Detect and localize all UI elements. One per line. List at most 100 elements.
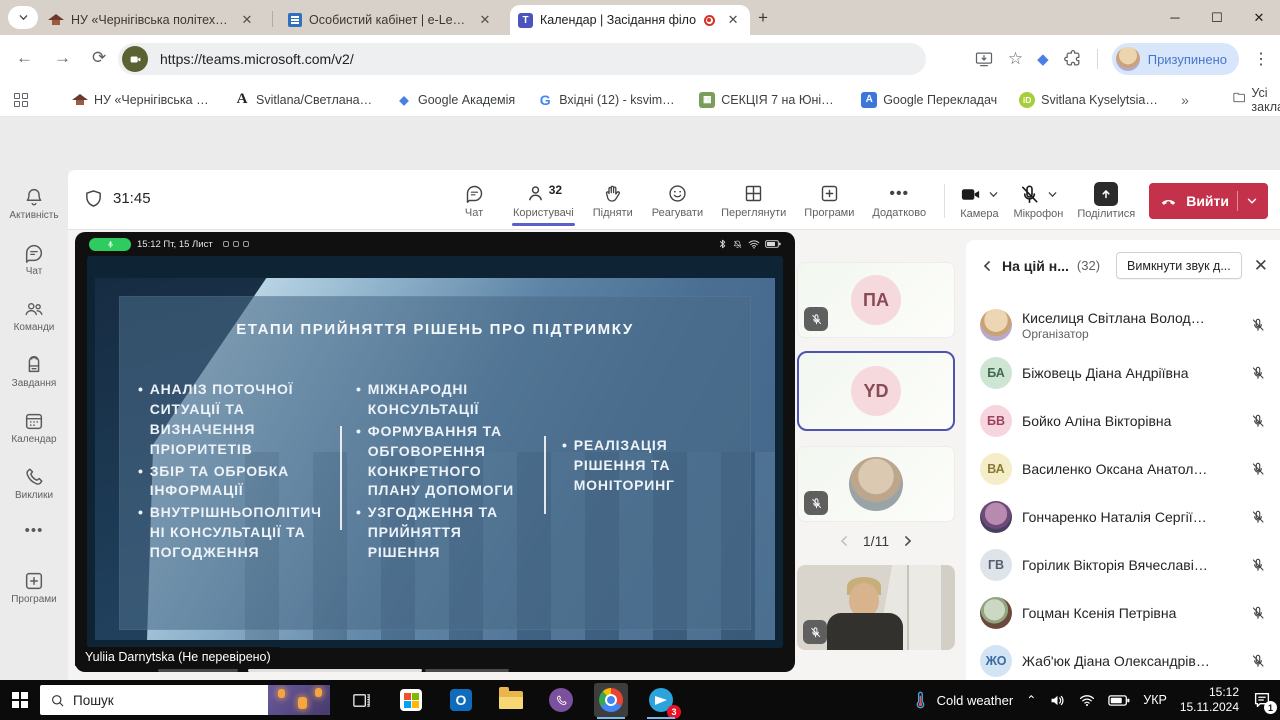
browser-menu-icon[interactable]: ⋮	[1253, 49, 1270, 69]
start-button[interactable]	[0, 680, 40, 720]
toolbar-tab-more[interactable]: •••Додатково	[867, 176, 931, 226]
participant-video-tile-active[interactable]: YD	[797, 351, 955, 431]
language-indicator[interactable]: УКР	[1143, 693, 1167, 707]
browser-tab-3-active[interactable]: T Календар | Засідання філо ✕	[510, 5, 750, 35]
browser-tab-1[interactable]: НУ «Чернігівська політехніка» ✕	[40, 5, 268, 35]
tab-search-button[interactable]	[8, 6, 38, 29]
toolbar-tab-react[interactable]: Реагувати	[647, 176, 708, 226]
chevron-down-icon[interactable]	[988, 189, 999, 200]
task-view-button[interactable]	[344, 683, 378, 717]
notification-center-button[interactable]: 1	[1252, 690, 1272, 710]
bookmark-item[interactable]: AGoogle Перекладач	[861, 92, 997, 108]
bookmark-item[interactable]: ASvitlana/Светлана К...	[234, 92, 374, 108]
install-app-icon[interactable]	[974, 49, 994, 69]
clock[interactable]: 15:12 15.11.2024	[1180, 685, 1239, 715]
bookmarks-overflow-icon[interactable]: »	[1181, 92, 1189, 108]
telegram-taskbar-icon[interactable]: 3	[644, 683, 678, 717]
outlook-taskbar-icon[interactable]: O	[444, 683, 478, 717]
bookmark-item[interactable]: НУ «Чернігівська п...	[72, 93, 212, 107]
extensions-puzzle-icon[interactable]	[1063, 49, 1083, 69]
network-wifi-icon[interactable]	[1079, 692, 1095, 708]
chevron-down-icon[interactable]	[1246, 195, 1258, 207]
file-explorer-taskbar-icon[interactable]	[494, 683, 528, 717]
tab-close-icon[interactable]: ✕	[725, 12, 741, 28]
participant-row[interactable]: Гончаренко Наталія Сергіївна	[966, 493, 1280, 541]
toolbar-tab-view[interactable]: Переглянути	[716, 176, 791, 226]
browser-tab-2[interactable]: Особистий кабінет | e-Learnin ✕	[280, 5, 504, 35]
self-video-tile[interactable]	[797, 565, 955, 650]
participant-row[interactable]: ЖО Жаб'юк Діана Олександрівна	[966, 637, 1280, 680]
tab-divider	[272, 11, 273, 27]
participant-row[interactable]: ВА Василенко Оксана Анатоліївна	[966, 445, 1280, 493]
sidebar-item-apps[interactable]: Програми	[0, 570, 68, 605]
sidebar-item-calendar[interactable]: Календар	[0, 410, 68, 445]
sidebar-more-icon[interactable]: •••	[0, 522, 68, 539]
sidebar-item-assignments[interactable]: Завдання	[0, 354, 68, 389]
participant-video-tile[interactable]: ПА	[797, 262, 955, 338]
new-tab-button[interactable]: +	[758, 8, 768, 28]
participant-row[interactable]: Гоцман Ксенія Петрівна	[966, 589, 1280, 637]
sidebar-item-activity[interactable]: Активність	[0, 186, 68, 221]
viber-taskbar-icon[interactable]	[544, 683, 578, 717]
tray-overflow-icon[interactable]: ⌃	[1026, 693, 1036, 707]
camera-button[interactable]: Камера	[959, 183, 999, 220]
leave-button[interactable]: Вийти	[1149, 183, 1268, 219]
mute-all-button[interactable]: Вимкнути звук д...	[1116, 252, 1242, 279]
toolbar-tab-apps[interactable]: Програми	[799, 176, 859, 226]
panel-close-icon[interactable]: ✕	[1254, 256, 1268, 276]
participant-avatar	[980, 597, 1012, 629]
back-icon[interactable]: ←	[16, 48, 33, 68]
store-taskbar-icon[interactable]	[394, 683, 428, 717]
page-next-icon[interactable]	[901, 534, 915, 548]
presentation-slide: ЕТАПИ ПРИЙНЯТТЯ РІШЕНЬ ПРО ПІДТРИМКУ •АН…	[95, 278, 775, 640]
toolbar-tab-participants[interactable]: 32 Користувачі	[508, 176, 579, 226]
apps-grid-icon[interactable]	[14, 93, 28, 107]
reload-icon[interactable]: ⟳	[92, 48, 106, 68]
battery-icon[interactable]	[1108, 694, 1130, 707]
volume-icon[interactable]	[1049, 692, 1066, 709]
participant-video-tile[interactable]	[797, 446, 955, 522]
weather-widget[interactable]: Cold weather	[911, 691, 1014, 709]
window-maximize-button[interactable]: ☐	[1196, 0, 1238, 35]
camera-in-use-icon[interactable]	[122, 46, 148, 72]
toolbar-tab-chat[interactable]: Чат	[448, 176, 500, 226]
participant-row[interactable]: ГВ Горілик Вікторія Вячеславівна	[966, 541, 1280, 589]
bookmark-star-icon[interactable]: ☆	[1008, 49, 1023, 69]
sidebar-item-calls[interactable]: Виклики	[0, 466, 68, 501]
tab-close-icon[interactable]: ✕	[477, 12, 493, 28]
toolbar-tab-raise-hand[interactable]: Підняти	[587, 176, 639, 226]
bookmark-item[interactable]: ▦СЕКЦІЯ 7 на Юніст...	[699, 92, 839, 108]
page-previous-icon[interactable]	[837, 534, 851, 548]
profile-chip[interactable]: Призупинено	[1112, 43, 1239, 75]
bookmark-item[interactable]: ◆Google Академія	[396, 92, 515, 108]
tab-close-icon[interactable]: ✕	[239, 12, 255, 28]
bookmark-item[interactable]: GВхідні (12) - ksvim3...	[537, 92, 677, 108]
all-bookmarks-button[interactable]: 🗀Усі закладки	[1233, 86, 1280, 114]
window-close-button[interactable]: ✕	[1238, 0, 1280, 35]
participant-row[interactable]: Киселиця Світлана Володим...Організатор	[966, 301, 1280, 349]
shield-icon	[84, 189, 103, 208]
participant-row[interactable]: БА Біжовець Діана Андріївна	[966, 349, 1280, 397]
scrollbar-segment[interactable]	[158, 669, 238, 672]
chevron-down-icon[interactable]	[1047, 189, 1058, 200]
url-field[interactable]: https://teams.microsoft.com/v2/	[118, 43, 926, 75]
sidebar-item-chat[interactable]: Чат	[0, 242, 68, 277]
panel-back-icon[interactable]	[980, 259, 994, 273]
window-minimize-button[interactable]: ─	[1154, 0, 1196, 35]
participant-avatar: БВ	[980, 405, 1012, 437]
scrollbar-segment[interactable]	[425, 669, 509, 672]
google-g-icon: G	[537, 92, 553, 108]
participant-row[interactable]: БВ Бойко Аліна Вікторівна	[966, 397, 1280, 445]
forward-icon[interactable]: →	[54, 48, 71, 68]
sidebar-item-teams[interactable]: Команди	[0, 298, 68, 333]
microphone-button[interactable]: Мікрофон	[1013, 183, 1063, 220]
chrome-taskbar-icon[interactable]	[594, 683, 628, 717]
url-text[interactable]: https://teams.microsoft.com/v2/	[160, 51, 354, 67]
search-highlight-image[interactable]	[268, 685, 330, 715]
bookmark-item[interactable]: iDSvitlana Kyselytsia (...	[1019, 92, 1159, 108]
scrollbar-thumb[interactable]	[248, 669, 422, 672]
teams-icon: T	[518, 13, 533, 28]
scholar-extension-icon[interactable]: ◆	[1037, 50, 1049, 68]
share-button[interactable]: Поділитися	[1077, 182, 1135, 220]
taskbar-search-input[interactable]: Пошук	[40, 685, 330, 715]
